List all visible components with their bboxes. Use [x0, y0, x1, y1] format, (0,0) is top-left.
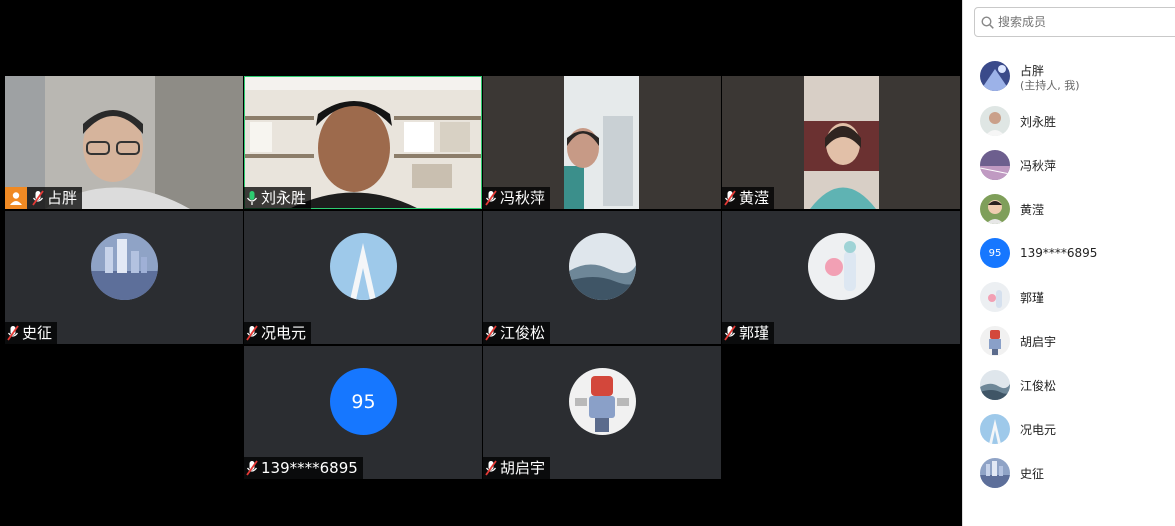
- avatar-tile-shizheng[interactable]: 史征: [5, 211, 243, 344]
- avatar: [980, 414, 1010, 444]
- avatar-tile-huqiyu[interactable]: 胡启宇: [483, 346, 721, 479]
- name-label: 黄滢: [722, 187, 775, 209]
- member-name: 况电元: [1020, 422, 1057, 437]
- avatar: [980, 370, 1010, 400]
- mic-muted-icon: [485, 325, 497, 341]
- member-name: 139****6895: [1020, 246, 1098, 260]
- avatar: [980, 61, 1010, 91]
- mic-muted-icon: [32, 190, 44, 206]
- member-name: 江俊松: [1020, 378, 1057, 393]
- mic-on-icon: [246, 191, 258, 205]
- avatar: [569, 233, 636, 300]
- participant-name: 黄滢: [739, 189, 770, 207]
- member-search-input[interactable]: [998, 15, 1168, 29]
- name-label: 况电元: [244, 322, 312, 344]
- participant-name: 况电元: [261, 324, 307, 342]
- member-role: (主持人, 我): [1020, 79, 1080, 92]
- participant-name: 刘永胜: [261, 189, 307, 207]
- member-item[interactable]: 刘永胜: [963, 101, 1175, 141]
- avatar: [569, 368, 636, 435]
- avatar: [330, 233, 397, 300]
- avatar-tile-jiangjunsong[interactable]: 江俊松: [483, 211, 721, 344]
- participant-name: 江俊松: [500, 324, 546, 342]
- member-item[interactable]: 占胖 (主持人, 我): [963, 56, 1175, 96]
- participant-name: 胡启宇: [500, 459, 546, 477]
- avatar: 95: [980, 238, 1010, 268]
- member-name: 刘永胜: [1020, 114, 1057, 129]
- member-name: 冯秋萍: [1020, 158, 1057, 173]
- member-item[interactable]: 胡启宇: [963, 321, 1175, 361]
- member-name: 黄滢: [1020, 202, 1045, 217]
- mic-muted-icon: [485, 190, 497, 206]
- member-panel: 占胖 (主持人, 我) 刘永胜 冯秋萍 黄滢 95 139****6895 郭瑾…: [962, 0, 1175, 526]
- avatar: [980, 326, 1010, 356]
- member-item[interactable]: 况电元: [963, 409, 1175, 449]
- avatar: [91, 233, 158, 300]
- avatar-tile-guojin[interactable]: 郭瑾: [722, 211, 960, 344]
- avatar: 95: [330, 368, 397, 435]
- video-tile-huangying[interactable]: 黄滢: [722, 76, 960, 209]
- participant-name: 冯秋萍: [500, 189, 546, 207]
- avatar-tile-phone[interactable]: 95 139****6895: [244, 346, 482, 479]
- name-label: 史征: [5, 322, 58, 344]
- avatar: [980, 282, 1010, 312]
- mic-muted-icon: [246, 325, 258, 341]
- participant-name: 139****6895: [261, 459, 358, 477]
- member-item[interactable]: 黄滢: [963, 189, 1175, 229]
- name-label: 郭瑾: [722, 322, 775, 344]
- name-label: 胡启宇: [483, 457, 551, 479]
- video-tile-zhanpang[interactable]: 占胖: [5, 76, 243, 209]
- avatar: [980, 106, 1010, 136]
- name-label: 江俊松: [483, 322, 551, 344]
- member-name: 郭瑾: [1020, 290, 1045, 305]
- name-label: 占胖: [5, 187, 83, 209]
- avatar: [980, 458, 1010, 488]
- video-tile-liuyongsheng[interactable]: 刘永胜: [244, 76, 482, 209]
- participant-name: 占胖: [47, 189, 78, 207]
- video-tile-fengqiuping[interactable]: 冯秋萍: [483, 76, 721, 209]
- member-item[interactable]: 95 139****6895: [963, 233, 1175, 273]
- member-name: 史征: [1020, 466, 1045, 481]
- host-badge-icon: [5, 187, 27, 209]
- member-item[interactable]: 史征: [963, 453, 1175, 493]
- participant-name: 史征: [22, 324, 53, 342]
- participant-name: 郭瑾: [739, 324, 770, 342]
- mic-muted-icon: [724, 325, 736, 341]
- avatar: [980, 194, 1010, 224]
- avatar-tile-kuangdianyuan[interactable]: 况电元: [244, 211, 482, 344]
- avatar: [980, 150, 1010, 180]
- member-item[interactable]: 江俊松: [963, 365, 1175, 405]
- mic-muted-icon: [7, 325, 19, 341]
- avatar: [808, 233, 875, 300]
- video-grid: 占胖 刘永胜 冯秋萍 黄滢 史征 况电元 江俊松 郭瑾 95 139****68…: [0, 0, 962, 526]
- name-label: 刘永胜: [244, 187, 312, 209]
- mic-muted-icon: [724, 190, 736, 206]
- mic-muted-icon: [485, 460, 497, 476]
- member-item[interactable]: 郭瑾: [963, 277, 1175, 317]
- name-label: 冯秋萍: [483, 187, 551, 209]
- search-icon: [981, 15, 994, 29]
- name-label: 139****6895: [244, 457, 363, 479]
- member-search-box[interactable]: [974, 7, 1175, 37]
- mic-muted-icon: [246, 460, 258, 476]
- member-name: 胡启宇: [1020, 334, 1057, 349]
- member-item[interactable]: 冯秋萍: [963, 145, 1175, 185]
